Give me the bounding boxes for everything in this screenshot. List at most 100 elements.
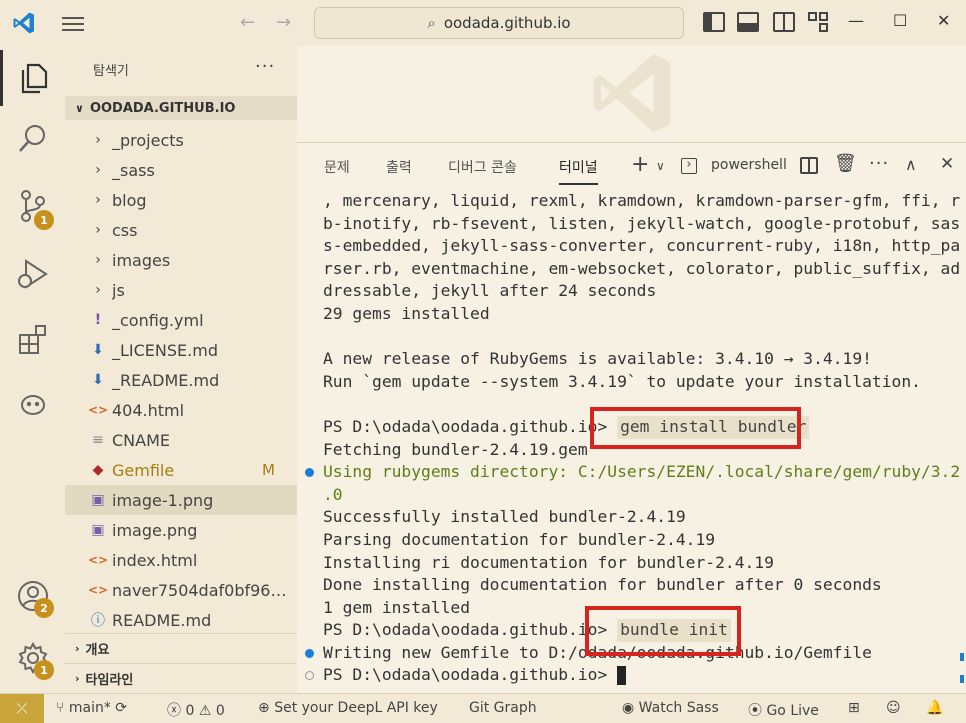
explorer-icon[interactable] <box>0 50 65 106</box>
command-decoration-icon[interactable] <box>305 648 314 658</box>
close-panel-icon[interactable]: ✕ <box>940 154 954 174</box>
tree-item-license-md[interactable]: ⬇ _LICENSE.md <box>65 335 297 365</box>
menu-icon[interactable] <box>62 13 84 33</box>
tab-debug-console[interactable]: 디버그 콘솔 <box>448 157 517 177</box>
tree-item-js[interactable]: › js <box>65 275 297 305</box>
command-center-search[interactable]: ⌕ oodada.github.io <box>314 7 684 39</box>
git-graph-button[interactable]: Git Graph <box>469 700 537 716</box>
forward-arrow-icon[interactable]: → <box>276 12 291 33</box>
workspace-section-header[interactable]: ∨ OODADA.GITHUB.IO <box>65 96 297 120</box>
terminal-line: 29 gems installed <box>323 303 953 326</box>
bottom-panel: 문제 출력 디버그 콘솔 터미널 + ∨ › powershell 🗑 ··· … <box>297 142 966 693</box>
tab-problems[interactable]: 문제 <box>324 157 350 177</box>
close-window-icon[interactable]: ✕ <box>937 11 950 30</box>
explorer-sidebar: 탐색기 ··· ∨ OODADA.GITHUB.IO › _projects ›… <box>65 46 297 693</box>
source-control-icon[interactable]: 1 <box>0 178 65 234</box>
command-decoration-icon[interactable] <box>305 468 314 478</box>
tree-item-readme-md-underscore[interactable]: ⬇ _README.md <box>65 365 297 395</box>
more-actions-icon[interactable]: ··· <box>869 153 889 174</box>
timeline-section-header[interactable]: › 타임라인 <box>65 663 297 693</box>
html-file-icon: <> <box>87 583 109 597</box>
tree-item-blog[interactable]: › blog <box>65 185 297 215</box>
tree-item-gemfile[interactable]: ◆ Gemfile M <box>65 455 297 485</box>
vscode-logo-icon <box>13 12 34 34</box>
tree-item-image-png[interactable]: ▣ image.png <box>65 515 297 545</box>
accounts-icon[interactable]: 2 <box>0 568 65 624</box>
highlight-box-gem-install <box>590 407 801 449</box>
minimize-icon[interactable]: — <box>848 11 864 30</box>
tree-item-naver-html[interactable]: <> naver7504daf0bf96a9... <box>65 575 297 605</box>
terminal-text: Fetching bundler-2.4.19.gem <box>323 439 588 459</box>
warning-count: 0 <box>215 703 225 719</box>
terminal-prompt: PS D:\odada\oodada.github.io> <box>323 620 618 640</box>
command-decoration-icon[interactable] <box>305 671 314 681</box>
maximize-panel-icon[interactable]: ∧ <box>905 155 917 174</box>
terminal-text: rser.rb, eventmachine, em-websocket, col… <box>323 258 961 278</box>
tree-item-sass[interactable]: › _sass <box>65 155 297 185</box>
layout-icon[interactable]: ⊞ <box>848 700 860 716</box>
new-terminal-button[interactable]: + <box>631 152 649 177</box>
chevron-right-icon: › <box>95 222 101 238</box>
tree-item-css[interactable]: › css <box>65 215 297 245</box>
chevron-right-icon: › <box>75 672 80 685</box>
tab-output[interactable]: 출력 <box>386 157 412 177</box>
run-debug-icon[interactable] <box>0 246 65 302</box>
editor-area[interactable] <box>297 46 966 142</box>
terminal-text: s-embedded, jekyll-sass-converter, concu… <box>323 236 961 256</box>
problems-indicator[interactable]: ⓧ 0 ⚠ 0 <box>167 700 225 720</box>
tree-item-projects[interactable]: › _projects <box>65 125 297 155</box>
terminal-text: Successfully installed bundler-2.4.19 <box>323 507 686 527</box>
tree-item-404-html[interactable]: <> 404.html <box>65 395 297 425</box>
trash-icon[interactable]: 🗑 <box>834 153 857 174</box>
tree-item-config-yml[interactable]: ! _config.yml <box>65 305 297 335</box>
toggle-primary-sidebar-icon[interactable] <box>703 12 725 32</box>
settings-badge: 1 <box>34 660 54 680</box>
toggle-panel-icon[interactable] <box>737 12 759 32</box>
broadcast-icon: ⦿ <box>748 703 767 719</box>
workspace-title: OODADA.GITHUB.IO <box>89 100 236 116</box>
feedback-icon[interactable]: ☺ <box>886 700 901 716</box>
search-icon[interactable] <box>0 110 65 166</box>
maximize-icon[interactable]: ☐ <box>893 11 907 30</box>
tree-item-label: css <box>112 220 138 240</box>
tree-item-label: _README.md <box>112 370 220 390</box>
error-count: 0 <box>185 703 195 719</box>
tree-item-label: README.md <box>112 610 212 630</box>
watch-sass-button[interactable]: ◉ Watch Sass <box>622 700 719 716</box>
tree-item-images[interactable]: › images <box>65 245 297 275</box>
tree-item-image-1-png[interactable]: ▣ image-1.png <box>65 485 297 515</box>
tab-terminal[interactable]: 터미널 <box>559 157 598 185</box>
split-terminal-icon[interactable] <box>800 157 818 174</box>
tree-item-readme-md[interactable]: ⓘ README.md <box>65 605 297 635</box>
go-live-button[interactable]: ⦿ Go Live <box>748 700 819 720</box>
tree-item-label: _config.yml <box>112 310 204 330</box>
remote-indicator-icon[interactable]: ⤫ <box>0 694 44 723</box>
markdown-file-icon: ⬇ <box>92 342 104 358</box>
tree-item-index-html[interactable]: <> index.html <box>65 545 297 575</box>
customize-layout-icon[interactable] <box>808 12 830 32</box>
chevron-right-icon: › <box>95 132 101 148</box>
explorer-more-actions[interactable]: ··· <box>255 56 275 77</box>
settings-gear-icon[interactable]: 1 <box>0 630 65 686</box>
outline-section-header[interactable]: › 개요 <box>65 633 297 663</box>
copilot-icon[interactable] <box>0 376 65 432</box>
chevron-right-icon: › <box>95 282 101 298</box>
terminal-text: 1 gem installed <box>323 597 471 617</box>
warning-icon: ⚠ <box>198 703 212 719</box>
back-arrow-icon[interactable]: ← <box>240 12 255 33</box>
highlight-box-bundle-init <box>585 606 741 656</box>
notifications-bell-icon[interactable]: 🔔 <box>926 700 943 716</box>
deepl-indicator[interactable]: ⊕ Set your DeepL API key <box>258 700 438 716</box>
extensions-icon[interactable] <box>0 312 65 368</box>
html-file-icon: <> <box>87 553 109 567</box>
chevron-down-icon[interactable]: ∨ <box>656 159 665 173</box>
branch-indicator[interactable]: ⑂ main* ⟳ <box>56 700 127 716</box>
terminal-shell-label[interactable]: powershell <box>711 157 787 173</box>
tree-item-label: js <box>112 280 125 300</box>
outline-title: 개요 <box>85 643 110 658</box>
ruby-file-icon: ◆ <box>92 462 104 478</box>
tree-item-cname[interactable]: ≡ CNAME <box>65 425 297 455</box>
chevron-right-icon: › <box>95 162 101 178</box>
toggle-secondary-sidebar-icon[interactable] <box>773 12 795 32</box>
